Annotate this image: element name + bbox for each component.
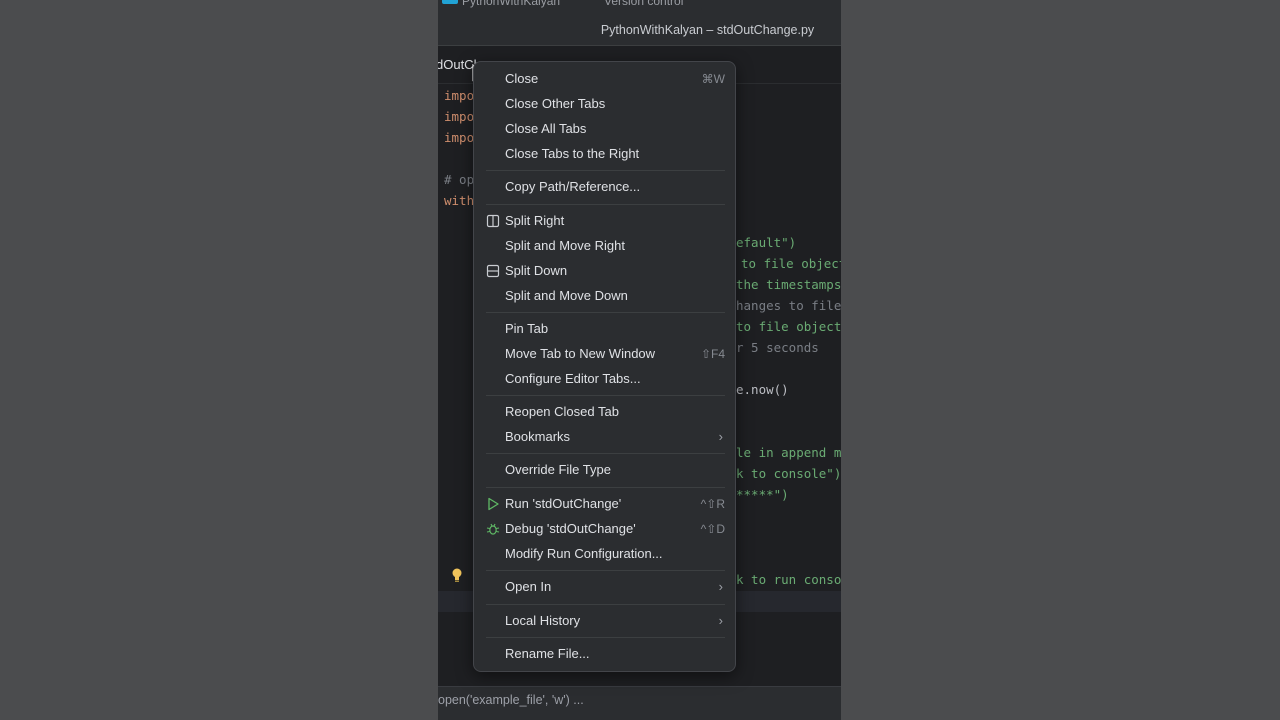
code-line: with: [444, 193, 475, 208]
menu-item-override-file-type[interactable]: Override File Type: [480, 458, 729, 482]
window-title-bar: PythonWithKalyan – stdOutChange.py: [438, 14, 841, 46]
move-tab-shortcut: ⇧F4: [700, 347, 725, 361]
run-shortcut: ^⇧R: [700, 497, 725, 511]
code-line: r 5 seconds: [736, 340, 819, 355]
menu-separator: [486, 204, 725, 205]
menu-item-copy-path[interactable]: Copy Path/Reference...: [480, 175, 729, 199]
menu-separator: [486, 487, 725, 488]
tab-context-menu: Close ⌘W Close Other Tabs Close All Tabs…: [473, 61, 736, 672]
menu-separator: [486, 395, 725, 396]
menu-item-run[interactable]: Run 'stdOutChange' ^⇧R: [480, 492, 729, 516]
code-line: efault"): [736, 235, 797, 250]
code-line: to file object: [741, 256, 841, 271]
menu-item-local-history[interactable]: Local History ›: [480, 609, 729, 633]
menu-separator: [486, 604, 725, 605]
breadcrumb-status[interactable]: open('example_file', 'w') ...: [438, 693, 584, 707]
code-line: hanges to file: [736, 298, 841, 313]
menu-item-reopen-closed-tab[interactable]: Reopen Closed Tab: [480, 400, 729, 424]
code-line: impo: [444, 109, 475, 124]
menu-item-bookmarks[interactable]: Bookmarks ›: [480, 425, 729, 449]
code-line: impo: [444, 88, 475, 103]
chevron-right-icon: ›: [718, 579, 723, 594]
run-play-icon: [488, 497, 499, 511]
menu-item-close-tabs-right[interactable]: Close Tabs to the Right: [480, 142, 729, 166]
code-line: the timestamps: [736, 277, 841, 292]
status-bar: open('example_file', 'w') ...: [438, 686, 841, 712]
split-vertical-icon: [486, 214, 500, 228]
code-line: k to console"): [736, 466, 841, 481]
menu-separator: [486, 312, 725, 313]
code-line: e.now(): [736, 382, 789, 397]
menu-item-split-move-down[interactable]: Split and Move Down: [480, 284, 729, 308]
menu-item-close-all-tabs[interactable]: Close All Tabs: [480, 117, 729, 141]
menu-item-split-move-right[interactable]: Split and Move Right: [480, 234, 729, 258]
menu-item-rename-file[interactable]: Rename File...: [480, 642, 729, 666]
window-title: PythonWithKalyan – stdOutChange.py: [600, 23, 815, 37]
menu-separator: [486, 453, 725, 454]
lightbulb-icon[interactable]: [451, 567, 463, 583]
code-line: *****"): [736, 487, 789, 502]
menu-separator: [486, 637, 725, 638]
close-shortcut: ⌘W: [701, 72, 725, 86]
menu-item-close[interactable]: Close ⌘W: [480, 67, 729, 91]
menu-separator: [486, 570, 725, 571]
menu-item-close-other-tabs[interactable]: Close Other Tabs: [480, 92, 729, 116]
code-line: impo: [444, 130, 475, 145]
main-toolbar: PythonWithKalyan Version control: [438, 0, 841, 14]
menu-separator: [486, 170, 725, 171]
menu-item-pin-tab[interactable]: Pin Tab: [480, 317, 729, 341]
code-line: k to run consol: [736, 572, 841, 587]
video-background-left: [0, 0, 438, 720]
debug-bug-icon: [486, 523, 500, 535]
version-control-widget[interactable]: Version control: [604, 0, 683, 8]
project-logo-icon: [442, 0, 458, 4]
chevron-right-icon: ›: [718, 613, 723, 628]
code-line: # op: [444, 172, 475, 187]
menu-item-split-right[interactable]: Split Right: [480, 209, 729, 233]
menu-item-debug[interactable]: Debug 'stdOutChange' ^⇧D: [480, 517, 729, 541]
project-name[interactable]: PythonWithKalyan: [462, 0, 560, 8]
bottom-toolbar: [438, 712, 841, 720]
code-line: to file object: [736, 319, 841, 334]
menu-item-move-tab-new-window[interactable]: Move Tab to New Window ⇧F4: [480, 342, 729, 366]
split-horizontal-icon: [486, 264, 500, 278]
video-background-right: [841, 0, 1280, 720]
chevron-right-icon: ›: [718, 429, 723, 444]
menu-item-split-down[interactable]: Split Down: [480, 259, 729, 283]
menu-item-open-in[interactable]: Open In ›: [480, 575, 729, 599]
code-line: le in append mo: [736, 445, 841, 460]
menu-item-modify-run-configuration[interactable]: Modify Run Configuration...: [480, 542, 729, 566]
debug-shortcut: ^⇧D: [700, 522, 725, 536]
menu-item-configure-editor-tabs[interactable]: Configure Editor Tabs...: [480, 367, 729, 391]
